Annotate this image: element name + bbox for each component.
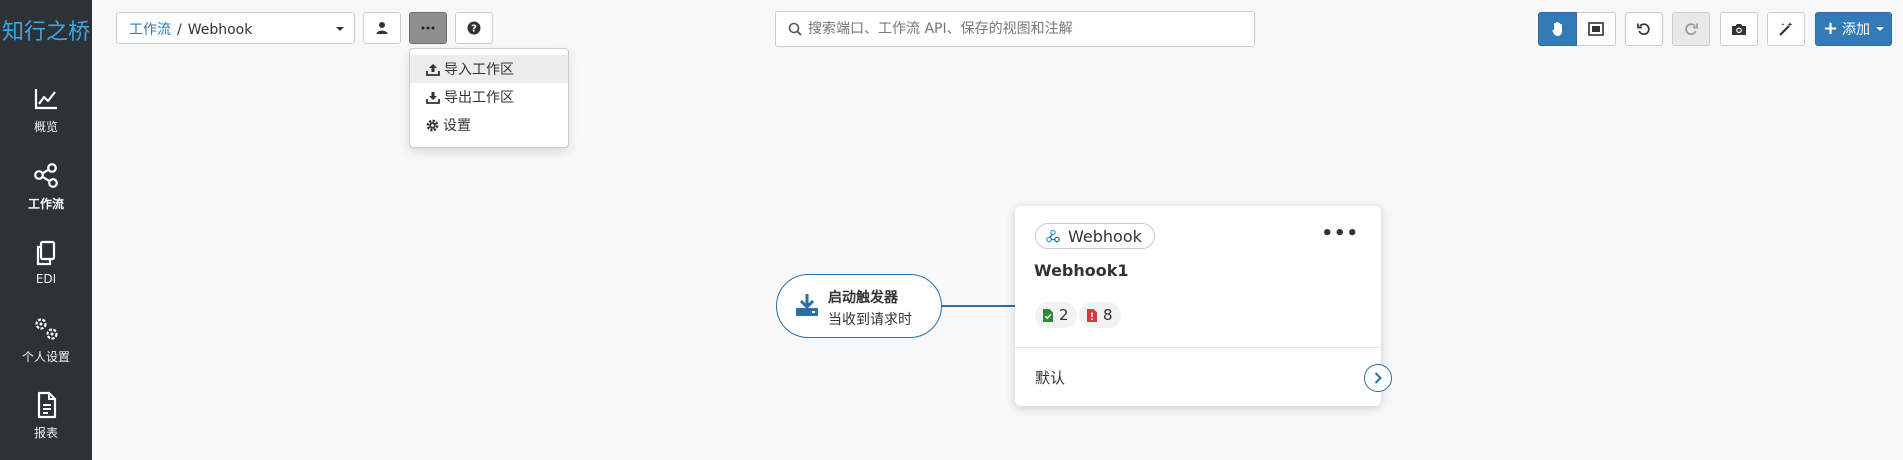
- menu-item-settings[interactable]: 设置: [410, 111, 568, 139]
- question-circle-icon: ?: [467, 21, 481, 35]
- success-count-badge[interactable]: 2: [1035, 302, 1077, 328]
- search-icon: [788, 22, 802, 36]
- upload-icon: [426, 63, 440, 76]
- plus-icon: +: [1822, 18, 1839, 39]
- camera-icon: [1732, 23, 1746, 35]
- snapshot-button[interactable]: [1720, 12, 1758, 46]
- breadcrumb-current: Webhook: [187, 22, 253, 38]
- file-check-icon: [1043, 308, 1053, 322]
- redo-icon: [1685, 23, 1698, 35]
- webhook-node-card[interactable]: Webhook ••• Webhook1 2 8 默认: [1015, 206, 1381, 406]
- more-options-menu: 导入工作区 导出工作区 设置: [409, 48, 569, 148]
- error-count-badge[interactable]: 8: [1079, 302, 1121, 328]
- fit-screen-icon: [1588, 22, 1604, 36]
- hand-icon: [1551, 22, 1562, 36]
- user-button[interactable]: [363, 12, 401, 44]
- node-name: Webhook1: [1034, 261, 1129, 280]
- connector-type-label: Webhook: [1068, 226, 1142, 246]
- gears-icon: [35, 318, 58, 340]
- auto-arrange-button[interactable]: [1767, 12, 1805, 46]
- copy-icon: [36, 240, 56, 266]
- sidebar-item-personal-settings[interactable]: 个人设置: [0, 314, 92, 380]
- logo-text: 知行之桥: [1, 20, 90, 45]
- search-input[interactable]: [808, 18, 1238, 40]
- add-button-label: 添加: [1842, 22, 1871, 38]
- sidebar-item-label: 报表: [33, 426, 58, 440]
- menu-item-label: 导入工作区: [444, 62, 514, 78]
- node-menu-ellipsis-icon[interactable]: •••: [1321, 225, 1359, 243]
- sidebar-item-label: 工作流: [27, 197, 64, 211]
- menu-item-import-workspace[interactable]: 导入工作区: [410, 55, 568, 83]
- sidebar-item-reports[interactable]: 报表: [0, 390, 92, 456]
- sidebar: 知行之桥 概览 工作流 EDI 个人设置 报表: [0, 0, 92, 460]
- file-error-icon: [1087, 308, 1097, 322]
- undo-button[interactable]: [1625, 12, 1663, 46]
- menu-item-label: 导出工作区: [444, 90, 514, 106]
- success-count: 2: [1059, 306, 1069, 324]
- sidebar-item-overview[interactable]: 概览: [0, 84, 92, 150]
- share-nodes-icon: [34, 163, 58, 188]
- trigger-title: 启动触发器: [828, 290, 898, 306]
- user-icon: [376, 22, 388, 34]
- card-divider: [1015, 347, 1381, 348]
- webhook-icon: [1046, 229, 1060, 243]
- ellipsis-icon: [421, 26, 435, 30]
- sidebar-item-label: 个人设置: [21, 350, 70, 364]
- flow-connector: [942, 305, 1015, 307]
- magic-wand-icon: [1779, 22, 1793, 36]
- menu-item-label: 设置: [443, 118, 471, 134]
- help-button[interactable]: ?: [455, 12, 493, 44]
- sidebar-item-workflow[interactable]: 工作流: [0, 161, 92, 227]
- more-options-button[interactable]: [409, 12, 447, 44]
- breadcrumb-parent-link[interactable]: 工作流: [129, 22, 171, 38]
- chevron-right-icon: [1374, 372, 1382, 384]
- select-mode-button[interactable]: [1577, 12, 1616, 46]
- node-output-label: 默认: [1035, 369, 1066, 387]
- workflow-breadcrumb-select[interactable]: 工作流 / Webhook: [116, 12, 355, 44]
- sidebar-item-edi[interactable]: EDI: [0, 238, 92, 304]
- add-button[interactable]: + 添加: [1815, 12, 1892, 46]
- svg-text:?: ?: [471, 24, 477, 35]
- pan-mode-button[interactable]: [1538, 12, 1577, 46]
- search-box[interactable]: [775, 11, 1255, 47]
- download-tray-icon: [796, 294, 818, 316]
- menu-item-export-workspace[interactable]: 导出工作区: [410, 83, 568, 111]
- sidebar-item-label: EDI: [35, 272, 57, 286]
- caret-down-icon: [336, 27, 344, 31]
- breadcrumb-separator: /: [177, 22, 182, 38]
- undo-icon: [1637, 23, 1650, 35]
- canvas-mode-toggle: [1538, 12, 1616, 46]
- gear-icon: [426, 119, 439, 131]
- chart-line-icon: [34, 89, 57, 110]
- sidebar-item-label: 概览: [33, 120, 58, 134]
- node-output-button[interactable]: [1364, 364, 1392, 392]
- redo-button[interactable]: [1672, 12, 1710, 46]
- app-logo[interactable]: 知行之桥: [0, 14, 92, 46]
- error-count: 8: [1103, 306, 1113, 324]
- start-trigger-node[interactable]: 启动触发器 当收到请求时: [776, 274, 942, 338]
- trigger-subtitle: 当收到请求时: [828, 312, 912, 328]
- file-text-icon: [37, 391, 57, 419]
- caret-down-icon: [1876, 27, 1885, 31]
- download-icon: [426, 91, 440, 104]
- connector-type-badge: Webhook: [1035, 223, 1155, 249]
